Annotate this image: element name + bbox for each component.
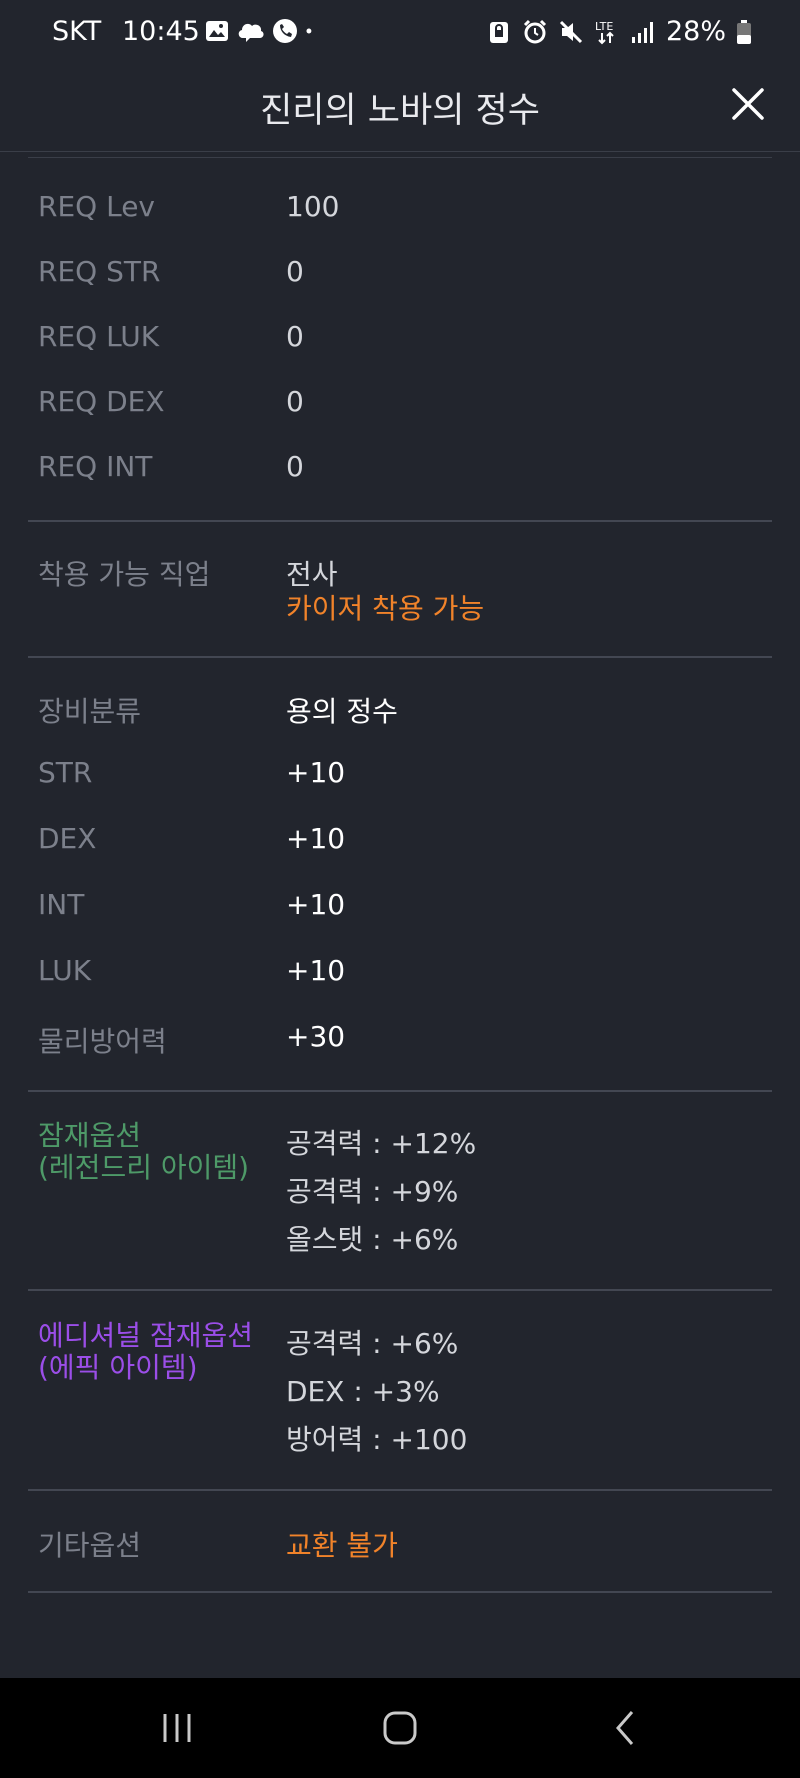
stat-value: +10 (286, 822, 346, 855)
req-value: 100 (286, 190, 340, 223)
header-divider (28, 157, 772, 158)
stat-value: +10 (286, 888, 346, 921)
section-divider (28, 1591, 772, 1593)
potential-label: 잠재옵션 (38, 1119, 142, 1152)
back-icon[interactable] (606, 1708, 646, 1748)
stat-value: +10 (286, 954, 346, 987)
potential-row: 잠재옵션 (레전드리 아이템) 공격력 : +12% 공격력 : +9% 올스탯… (38, 1120, 768, 1270)
stat-label: INT (38, 888, 85, 921)
battery-icon (737, 19, 751, 44)
req-value: 0 (286, 320, 304, 353)
dialog-header: 진리의 노바의 정수 (0, 68, 800, 152)
potential-label-grade: (레전드리 아이템) (38, 1151, 250, 1184)
req-label: REQ DEX (38, 385, 165, 418)
item-title: 진리의 노바의 정수 (260, 91, 540, 131)
additional-potential-option: DEX : +3% (286, 1375, 440, 1408)
lte-icon: LTE (595, 20, 614, 44)
phone-icon (273, 19, 297, 43)
stat-value: +10 (286, 756, 346, 789)
cloud-icon (238, 23, 264, 42)
clock: 10:45 (122, 16, 200, 47)
req-value: 0 (286, 255, 304, 288)
status-bar: SKT 10:45 LTE 28% (0, 0, 800, 68)
recent-apps-icon[interactable] (158, 1708, 198, 1748)
additional-potential-row: 에디셔널 잠재옵션 (에픽 아이템) 공격력 : +6% DEX : +3% 방… (38, 1320, 768, 1470)
lock-icon (489, 21, 508, 43)
notification-icons (204, 18, 320, 44)
carrier-label: SKT (52, 16, 102, 47)
alarm-icon (523, 19, 547, 43)
close-icon[interactable] (726, 82, 770, 126)
stat-label: LUK (38, 954, 92, 987)
stat-label: 장비분류 (38, 695, 142, 728)
stat-label: 물리방어력 (38, 1025, 167, 1058)
potential-option: 공격력 : +12% (286, 1127, 477, 1160)
job-row: 착용 가능 직업 전사 카이저 착용 가능 (38, 553, 768, 625)
battery-percent: 28% (665, 16, 726, 47)
home-icon[interactable] (380, 1708, 420, 1748)
system-icons: LTE 28% (486, 16, 752, 47)
mute-icon (559, 20, 583, 43)
additional-potential-option: 방어력 : +100 (286, 1423, 468, 1456)
req-label: REQ INT (38, 450, 153, 483)
other-options-label: 기타옵션 (38, 1529, 142, 1562)
section-divider (28, 520, 772, 522)
additional-potential-option: 공격력 : +6% (286, 1327, 459, 1360)
section-divider (28, 656, 772, 658)
stat-label: DEX (38, 822, 97, 855)
other-options-value: 교환 불가 (286, 1529, 398, 1562)
additional-potential-label-grade: (에픽 아이템) (38, 1351, 198, 1384)
req-value: 0 (286, 450, 304, 483)
section-divider (28, 1090, 772, 1092)
job-label: 착용 가능 직업 (38, 558, 211, 591)
potential-option: 올스탯 : +6% (286, 1223, 459, 1256)
section-divider (28, 1489, 772, 1491)
additional-potential-label: 에디셔널 잠재옵션 (38, 1319, 253, 1352)
stat-value: +30 (286, 1020, 346, 1053)
system-nav-bar (0, 1678, 800, 1778)
stat-value: 용의 정수 (286, 695, 398, 728)
req-label: REQ LUK (38, 320, 160, 353)
svg-text:LTE: LTE (595, 20, 613, 33)
req-label: REQ Lev (38, 190, 155, 223)
req-label: REQ STR (38, 255, 161, 288)
image-icon (206, 21, 228, 41)
dot-icon (306, 28, 312, 34)
stat-label: STR (38, 756, 93, 789)
potential-option: 공격력 : +9% (286, 1175, 459, 1208)
req-value: 0 (286, 385, 304, 418)
job-note: 카이저 착용 가능 (286, 592, 485, 625)
signal-icon (631, 21, 653, 43)
section-divider (28, 1289, 772, 1291)
